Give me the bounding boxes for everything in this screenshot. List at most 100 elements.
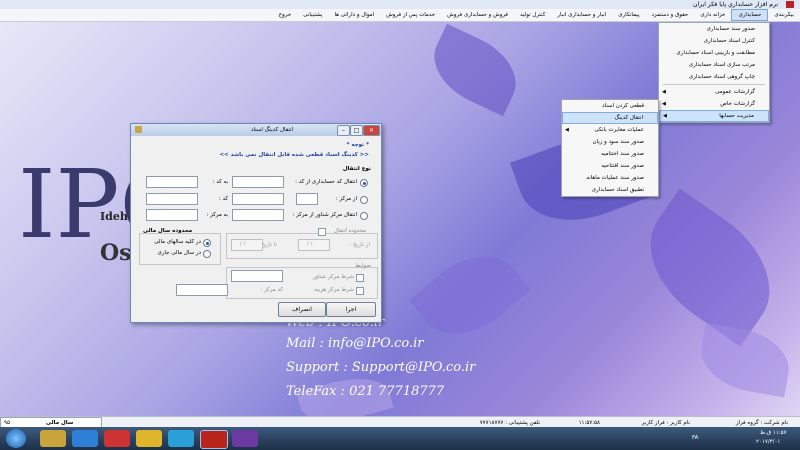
menu-item-label: عملیات مغایرت بانکی xyxy=(594,127,644,133)
to-code-input[interactable] xyxy=(146,176,198,188)
close-button[interactable]: ✕ xyxy=(363,125,380,136)
fiscal-year-label: سال مالی xyxy=(46,420,74,426)
media-taskbar-icon[interactable] xyxy=(104,430,130,447)
cond-cost-label: شرط مرکز هزینه xyxy=(314,287,354,293)
menu-payroll[interactable]: حقوق و دستمزد xyxy=(645,9,694,21)
tray-clock[interactable]: ۱۱:۵۷ ق.ظ xyxy=(760,430,787,436)
menu-exit[interactable]: خروج xyxy=(273,9,298,21)
accounting-dropdown: صدور سند حسابداری کنترل اسناد حسابداری م… xyxy=(658,22,770,123)
menu-item-profit-loss[interactable]: صدور سند سود و زیان xyxy=(562,136,658,148)
menu-item-finalize-vouchers[interactable]: قطعی کردن اسناد xyxy=(562,100,658,112)
contact-mail: Mail : info@IPO.co.ir xyxy=(286,336,424,351)
status-time: ۱۱:۵۷:۵۸ xyxy=(578,420,600,426)
fiscal-range-group xyxy=(139,233,221,265)
app-title: نرم افزار حسابداري پايا فكر ايران xyxy=(693,1,778,8)
condition-value-input[interactable] xyxy=(231,270,283,282)
menu-item-closing-voucher[interactable]: صدور سند اختتامیه xyxy=(562,148,658,160)
from-date-input[interactable]: / / xyxy=(298,239,330,251)
start-button[interactable] xyxy=(6,429,26,448)
radio-fiscal-all[interactable] xyxy=(203,239,211,247)
menu-item-opening-voucher[interactable]: صدور سند افتتاحیه xyxy=(562,160,658,172)
from-date-label: از تاریخ : xyxy=(349,242,370,248)
fiscal-year-value: ۹۵ xyxy=(4,420,10,426)
submenu-arrow-icon: ◀ xyxy=(662,101,666,107)
transfer-type-label: نوع انتقال xyxy=(342,166,371,172)
radio-floating-center[interactable] xyxy=(360,212,368,220)
note-title: * توجه * xyxy=(346,142,369,148)
status-support-phone: تلفن پشتیبانی : ۷۷۷۱۸۷۷۷ xyxy=(479,420,540,426)
menu-item-control-vouchers[interactable]: کنترل اسناد حسابداری xyxy=(659,35,769,47)
submenu-arrow-icon: ◀ xyxy=(662,89,666,95)
app2-taskbar-icon[interactable] xyxy=(232,430,258,447)
center-select[interactable] xyxy=(296,193,318,205)
menu-item-reconcile-vouchers[interactable]: تطبیق اسناد حسابداری xyxy=(562,184,658,196)
cancel-button[interactable]: انصراف xyxy=(278,302,326,317)
menu-item-special-reports[interactable]: گزارشات خاص ◀ xyxy=(659,98,769,110)
menu-item-batch-print[interactable]: چاپ گروهی اسناد حسابداری xyxy=(659,71,769,83)
account-management-submenu: قطعی کردن اسناد انتقال کدینگ عملیات مغای… xyxy=(561,99,659,197)
menu-item-sort-vouchers[interactable]: مرتب سازی اسناد حسابداری xyxy=(659,59,769,71)
logo-text-2: Os xyxy=(100,240,132,266)
telegram-taskbar-icon[interactable] xyxy=(168,430,194,447)
cond-floating-label: شرط مرکز شناور xyxy=(312,274,354,280)
date-placeholder: / / xyxy=(240,241,246,247)
transfer-range-label: محدوده انتقال xyxy=(333,228,366,234)
menu-item-transfer-coding[interactable]: انتقال کدینگ xyxy=(562,112,658,124)
dialog-titlebar: انتقال کدینگ اسناد – □ ✕ xyxy=(131,124,381,136)
from-code-input[interactable] xyxy=(232,176,284,188)
menu-item-review-vouchers[interactable]: مطابقت و بازبینی اسناد حسابداری xyxy=(659,47,769,59)
to-center-input[interactable] xyxy=(146,209,198,221)
menu-aftersales[interactable]: خدمات پس از فروش xyxy=(380,9,441,21)
menu-sales[interactable]: فروش و حسابداری فروش xyxy=(441,9,514,21)
contact-telefax: TeleFax : 021 77718777 xyxy=(286,384,445,399)
menu-item-bank-reconciliation[interactable]: عملیات مغایرت بانکی ◀ xyxy=(562,124,658,136)
menu-accounting[interactable]: حسابداری xyxy=(731,9,769,21)
lang-indicator[interactable]: FA xyxy=(692,435,698,441)
menu-item-label: مدیریت حسابها xyxy=(719,113,754,119)
to-center-code-input[interactable] xyxy=(146,193,198,205)
from-center-input[interactable] xyxy=(232,209,284,221)
dialog-title: انتقال کدینگ اسناد xyxy=(251,127,294,133)
leaf-decoration xyxy=(421,23,529,117)
minimize-button[interactable]: – xyxy=(337,125,350,136)
chrome-taskbar-icon[interactable] xyxy=(136,430,162,447)
dialog-icon xyxy=(135,126,142,133)
menu-item-general-reports[interactable]: گزارشات عمومی ◀ xyxy=(659,86,769,98)
radio-fiscal-current[interactable] xyxy=(203,250,211,258)
leaf-decoration xyxy=(409,236,531,354)
menu-config[interactable]: بیکربندی xyxy=(768,9,800,21)
cond-center-code-label: کد مرکز : xyxy=(260,287,284,293)
opt-center-label: از مرکز : xyxy=(335,196,357,202)
menu-item-label: گزارشات خاص xyxy=(720,101,755,107)
run-button[interactable]: اجرا xyxy=(326,302,376,317)
ie-taskbar-icon[interactable] xyxy=(72,430,98,447)
menu-support[interactable]: پشتیبانی xyxy=(297,9,328,21)
opt-floating-label: انتقال مرکز شناور از مرکز : xyxy=(292,212,357,218)
explorer-taskbar-icon[interactable] xyxy=(40,430,66,447)
menu-item-account-management[interactable]: مدیریت حسابها ◀ xyxy=(659,110,769,122)
menu-treasury[interactable]: خزانه داری xyxy=(694,9,731,21)
menu-separator xyxy=(663,84,765,85)
contact-support: Support : Support@IPO.co.ir xyxy=(286,360,476,375)
transfer-range-checkbox[interactable] xyxy=(318,228,326,236)
to-center-label: به مرکز : xyxy=(206,212,228,218)
center-code-input[interactable] xyxy=(232,193,284,205)
radio-account-transfer[interactable] xyxy=(360,179,368,187)
cond-center-code-input[interactable] xyxy=(176,284,228,296)
menu-contracting[interactable]: پیمانکاری xyxy=(612,9,645,21)
menu-assets[interactable]: اموال و دارائی ها xyxy=(328,9,380,21)
radio-center-transfer[interactable] xyxy=(360,196,368,204)
taskbar: FA ۱۱:۵۷ ق.ظ ۲۰۱۷/۳/۰۱ xyxy=(0,427,800,450)
app-icon xyxy=(786,1,794,8)
app-taskbar-icon[interactable] xyxy=(200,430,228,449)
menu-item-monthly-ops[interactable]: صدور سند عملیات ماهانه xyxy=(562,172,658,184)
menu-production[interactable]: کنترل تولید xyxy=(514,9,551,21)
cond-cost-checkbox[interactable] xyxy=(356,287,364,295)
submenu-arrow-icon: ◀ xyxy=(565,127,569,133)
maximize-button[interactable]: □ xyxy=(350,125,363,136)
to-date-input[interactable]: / / xyxy=(231,239,263,251)
conditions-label: ضوابط xyxy=(355,263,371,269)
menu-item-issue-voucher[interactable]: صدور سند حسابداری xyxy=(659,23,769,35)
menu-inventory[interactable]: انبار و حسابداری انبار xyxy=(551,9,612,21)
cond-floating-checkbox[interactable] xyxy=(356,274,364,282)
